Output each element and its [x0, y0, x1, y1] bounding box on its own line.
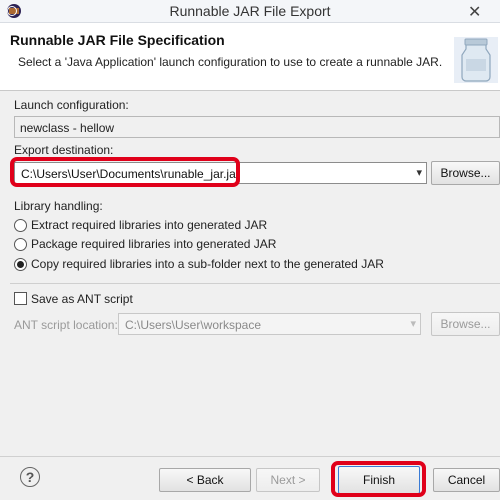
chevron-down-icon[interactable]: ▾ [416, 166, 422, 179]
highlight-finish-button [331, 461, 426, 497]
ant-location-label: ANT script location: [14, 318, 118, 332]
help-icon[interactable]: ? [20, 467, 40, 487]
separator [10, 283, 500, 284]
radio-copy-libraries[interactable] [14, 258, 27, 271]
launch-config-label: Launch configuration: [14, 98, 129, 112]
ant-location-combo[interactable]: C:\Users\User\workspace ▾ [118, 313, 421, 335]
radio-package-libraries[interactable] [14, 238, 27, 251]
next-button[interactable]: Next > [256, 468, 320, 492]
wizard-header: Runnable JAR File Specification Select a… [0, 23, 500, 91]
page-description: Select a 'Java Application' launch confi… [18, 55, 443, 69]
close-button[interactable]: ✕ [452, 0, 500, 23]
radio-extract-libraries[interactable] [14, 219, 27, 232]
radio-selected-dot [17, 261, 24, 268]
close-icon: ✕ [468, 4, 482, 21]
footer-separator [0, 456, 500, 457]
window-title: Runnable JAR File Export [169, 3, 331, 19]
back-button[interactable]: < Back [159, 468, 251, 492]
window-titlebar: Runnable JAR File Export ✕ [0, 0, 500, 23]
highlight-export-destination [10, 157, 240, 187]
radio-copy-label: Copy required libraries into a sub-folde… [31, 257, 384, 271]
export-browse-button[interactable]: Browse... [431, 161, 500, 185]
cancel-button[interactable]: Cancel [433, 468, 500, 492]
save-ant-checkbox[interactable] [14, 292, 27, 305]
radio-extract-label: Extract required libraries into generate… [31, 218, 268, 232]
export-destination-label: Export destination: [14, 143, 114, 157]
ant-browse-button[interactable]: Browse... [431, 312, 500, 336]
save-ant-label: Save as ANT script [31, 292, 133, 306]
chevron-down-icon[interactable]: ▾ [410, 317, 416, 330]
ant-location-value: C:\Users\User\workspace [125, 318, 262, 332]
launch-config-field[interactable]: newclass - hellow [14, 116, 500, 138]
jar-banner-icon [454, 37, 498, 83]
radio-package-label: Package required libraries into generate… [31, 237, 277, 251]
library-handling-label: Library handling: [14, 199, 103, 213]
page-title: Runnable JAR File Specification [10, 32, 225, 48]
